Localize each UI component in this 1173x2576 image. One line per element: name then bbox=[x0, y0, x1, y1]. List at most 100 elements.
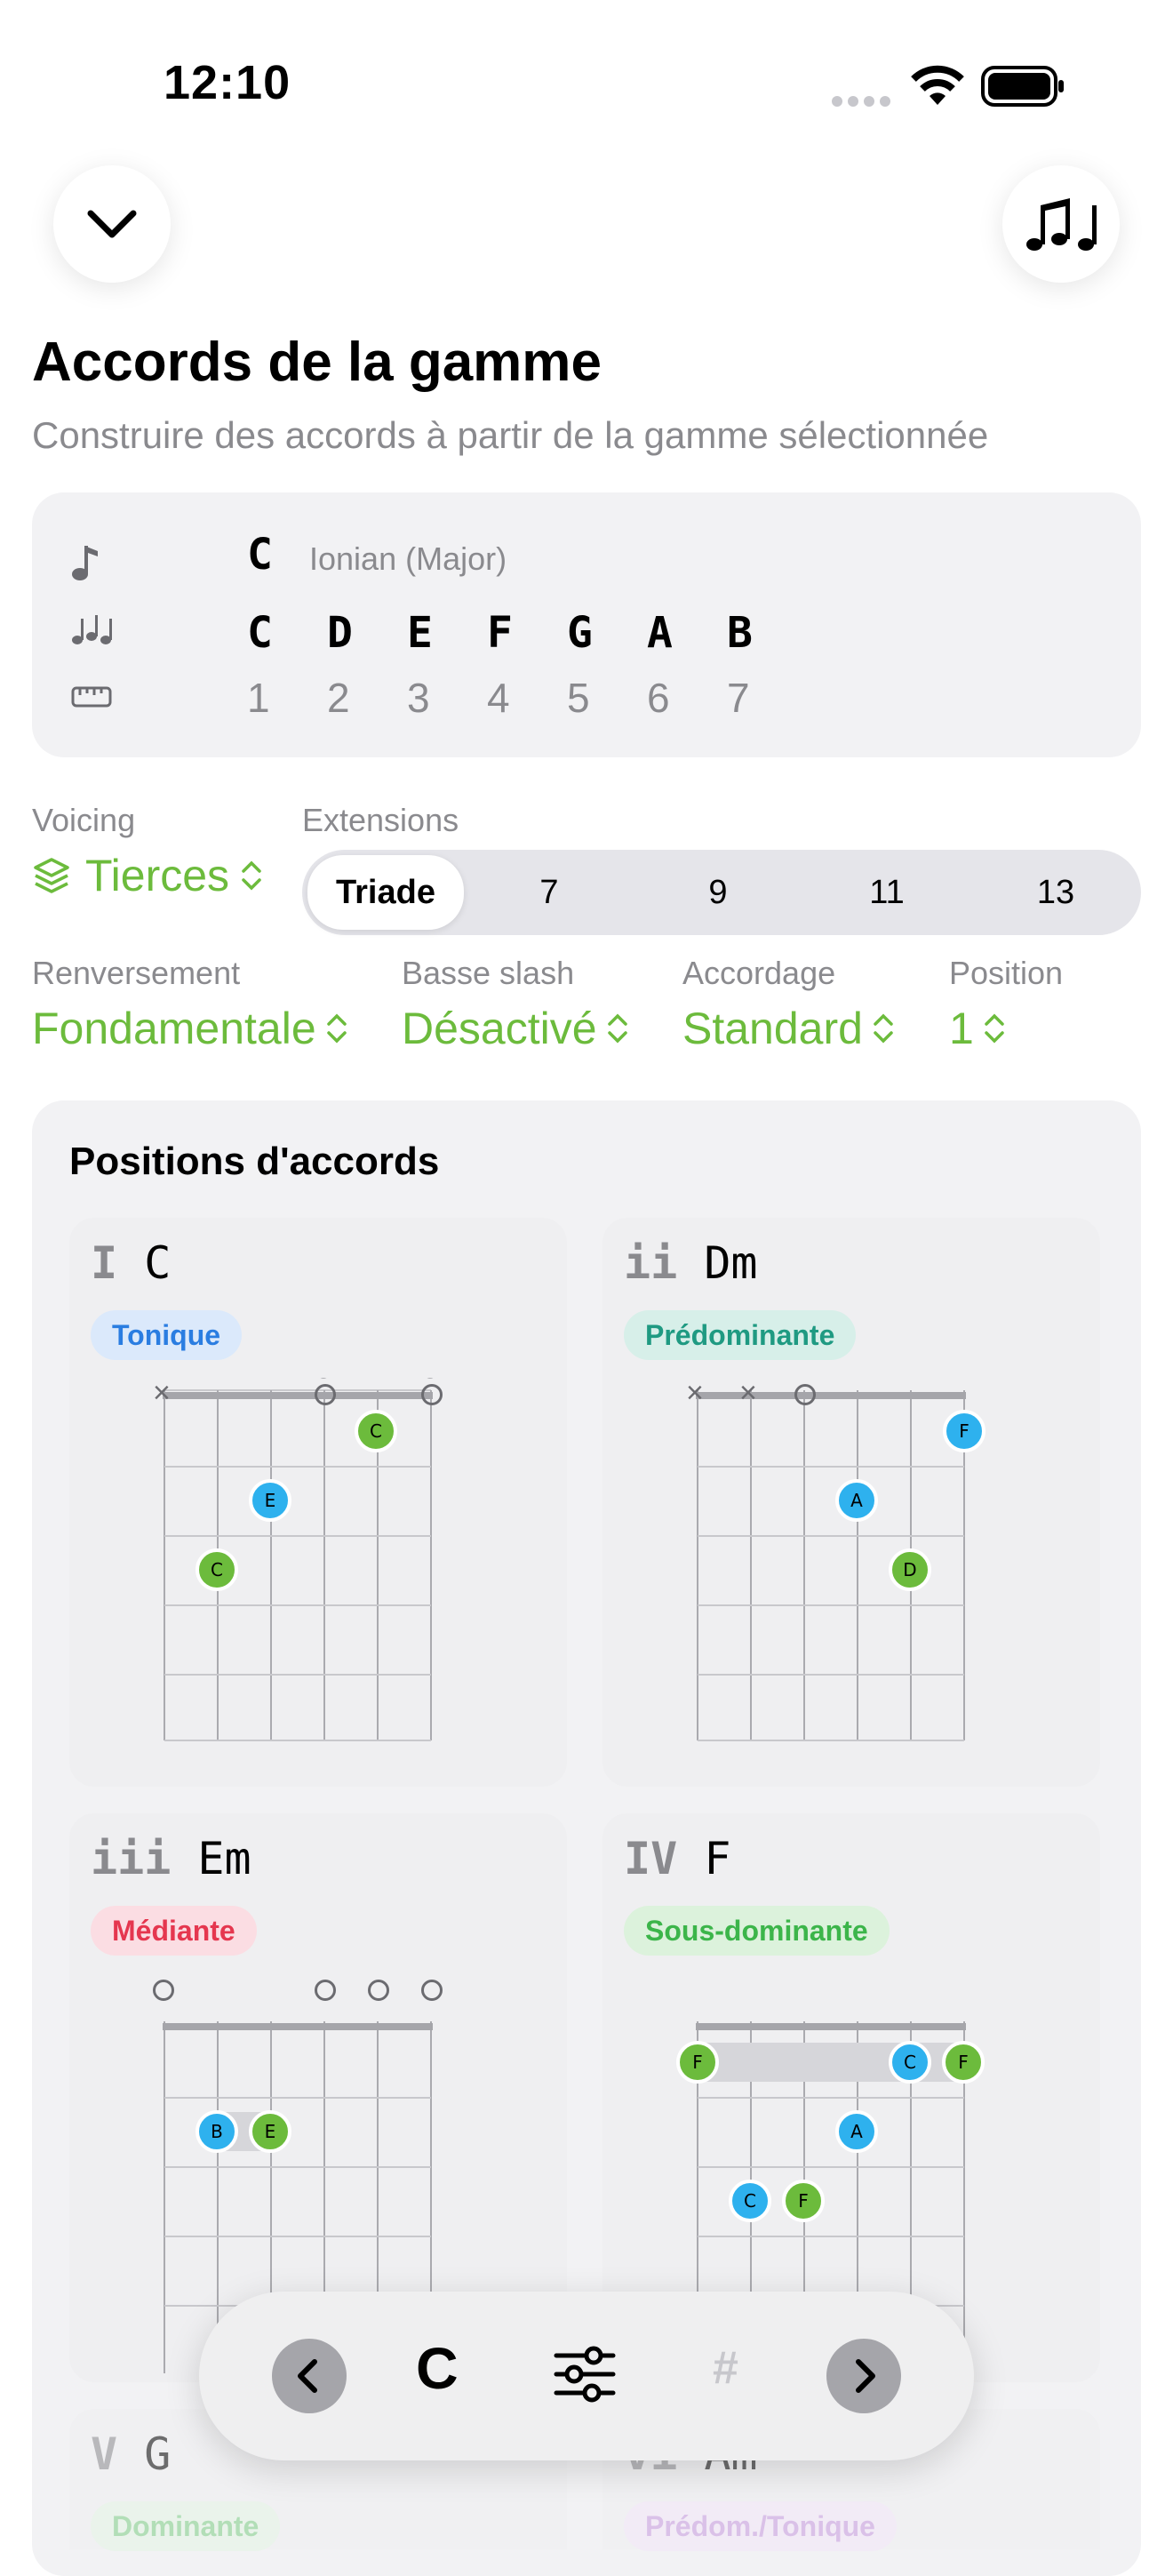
open-string-marker bbox=[315, 1384, 336, 1405]
function-badge: Sous-dominante bbox=[624, 1906, 890, 1956]
open-string-marker bbox=[421, 1384, 443, 1405]
scale-card: C Ionian (Major) C D E F G A B 1 2 3 4 5… bbox=[32, 492, 1141, 757]
key-button[interactable]: C bbox=[416, 2334, 459, 2402]
ruler-icon bbox=[71, 684, 112, 714]
tuning-picker[interactable]: Standard bbox=[682, 1003, 895, 1054]
voicing-value: Tierces bbox=[85, 851, 230, 900]
bottom-toolbar: C # bbox=[199, 2292, 974, 2460]
music-notes-button[interactable] bbox=[1002, 165, 1120, 283]
voicing-label: Voicing bbox=[32, 802, 136, 838]
cellular-signal-icon bbox=[830, 92, 890, 115]
chevron-updown-icon bbox=[874, 1013, 893, 1044]
scale-degree: 3 bbox=[407, 675, 430, 721]
position-label: Position bbox=[949, 955, 1064, 991]
open-string-marker bbox=[794, 1384, 816, 1405]
scale-note: F bbox=[487, 608, 513, 658]
muted-string-marker: × bbox=[739, 1376, 757, 1410]
chevron-updown-icon bbox=[326, 1013, 347, 1044]
svg-text:C: C bbox=[904, 2052, 916, 2073]
muted-string-marker: × bbox=[686, 1376, 704, 1410]
svg-text:C: C bbox=[744, 2190, 756, 2212]
tuning-label: Accordage bbox=[682, 955, 836, 991]
status-time: 12:10 bbox=[164, 56, 291, 109]
segment-13[interactable]: 13 bbox=[976, 855, 1136, 930]
chord-name: C bbox=[144, 1237, 172, 1289]
muted-string-marker: × bbox=[153, 1376, 171, 1410]
scale-note: B bbox=[727, 608, 753, 658]
extensions-segmented-control[interactable]: Triade 7 9 11 13 bbox=[302, 850, 1141, 935]
layers-icon bbox=[34, 858, 69, 893]
fretboard-diagram: F A D bbox=[696, 1390, 985, 1741]
svg-text:F: F bbox=[959, 1420, 970, 1442]
slash-bass-picker[interactable]: Désactivé bbox=[402, 1003, 629, 1054]
svg-text:C: C bbox=[211, 1559, 223, 1580]
tuning-value: Standard bbox=[682, 1004, 863, 1053]
scale-degree: 1 bbox=[247, 675, 270, 721]
scale-degree: 7 bbox=[727, 675, 750, 721]
scale-note: A bbox=[647, 608, 673, 658]
segment-9[interactable]: 9 bbox=[638, 855, 798, 930]
scale-degree: 4 bbox=[487, 675, 510, 721]
next-button[interactable] bbox=[826, 2339, 901, 2413]
battery-icon bbox=[981, 66, 1066, 111]
music-note-icon bbox=[71, 542, 100, 586]
scale-degree: 2 bbox=[327, 675, 350, 721]
scale-mode: Ionian (Major) bbox=[309, 540, 507, 577]
inversion-label: Renversement bbox=[32, 955, 241, 991]
chevron-updown-icon bbox=[242, 860, 261, 891]
function-badge: Dominante bbox=[91, 2501, 281, 2551]
scale-note: E bbox=[407, 608, 433, 658]
svg-text:B: B bbox=[211, 2121, 223, 2142]
extensions-label: Extensions bbox=[302, 802, 459, 838]
chord-numeral: iii bbox=[91, 1833, 172, 1884]
open-string-marker bbox=[315, 1980, 336, 2001]
chevron-down-icon bbox=[87, 210, 137, 238]
svg-text:F: F bbox=[958, 2052, 969, 2073]
open-string-marker bbox=[368, 1980, 389, 2001]
scale-note: C bbox=[247, 608, 273, 658]
function-badge: Tonique bbox=[91, 1310, 243, 1360]
chord-name: G bbox=[144, 2428, 172, 2480]
previous-button[interactable] bbox=[272, 2339, 347, 2413]
collapse-button[interactable] bbox=[53, 165, 171, 283]
svg-text:A: A bbox=[850, 1490, 863, 1511]
scale-degree: 6 bbox=[647, 675, 670, 721]
position-value: 1 bbox=[949, 1004, 974, 1053]
inversion-picker[interactable]: Fondamentale bbox=[32, 1003, 348, 1054]
svg-text:A: A bbox=[850, 2121, 863, 2142]
svg-text:E: E bbox=[265, 2121, 276, 2142]
chord-name: Em bbox=[197, 1833, 251, 1884]
position-picker[interactable]: 1 bbox=[949, 1003, 1006, 1054]
page-title: Accords de la gamme bbox=[32, 332, 602, 393]
page-subtitle: Construire des accords à partir de la ga… bbox=[32, 414, 989, 456]
segment-7[interactable]: 7 bbox=[469, 855, 629, 930]
chord-card[interactable]: I C Tonique × C E C bbox=[69, 1218, 567, 1787]
settings-button[interactable] bbox=[553, 2345, 617, 2408]
slash-bass-value: Désactivé bbox=[402, 1004, 597, 1053]
segment-triade[interactable]: Triade bbox=[307, 855, 464, 930]
chevron-updown-icon bbox=[607, 1013, 627, 1044]
chord-positions-title: Positions d'accords bbox=[69, 1140, 440, 1183]
function-badge: Médiante bbox=[91, 1906, 257, 1956]
music-notes-icon bbox=[1026, 198, 1097, 251]
sliders-icon bbox=[554, 2346, 616, 2403]
voicing-picker[interactable]: Tierces bbox=[32, 850, 263, 901]
scale-root: C bbox=[247, 530, 273, 580]
svg-text:F: F bbox=[798, 2190, 809, 2212]
chord-numeral: IV bbox=[624, 1833, 678, 1884]
open-string-marker bbox=[153, 1980, 174, 2001]
segment-11[interactable]: 11 bbox=[807, 855, 967, 930]
chord-name: F bbox=[704, 1833, 731, 1884]
scale-degree: 5 bbox=[567, 675, 590, 721]
function-badge: Prédom./Tonique bbox=[624, 2501, 897, 2551]
chord-numeral: ii bbox=[624, 1237, 678, 1289]
chord-numeral: I bbox=[91, 1237, 118, 1289]
open-string-marker bbox=[421, 1980, 443, 2001]
function-badge: Prédominante bbox=[624, 1310, 857, 1360]
svg-text:F: F bbox=[692, 2052, 703, 2073]
sharp-button[interactable]: # bbox=[713, 2341, 738, 2395]
scale-note: G bbox=[567, 608, 593, 658]
svg-text:E: E bbox=[265, 1490, 276, 1511]
chord-card[interactable]: ii Dm Prédominante F A D bbox=[602, 1218, 1100, 1787]
chevron-updown-icon bbox=[985, 1013, 1004, 1044]
